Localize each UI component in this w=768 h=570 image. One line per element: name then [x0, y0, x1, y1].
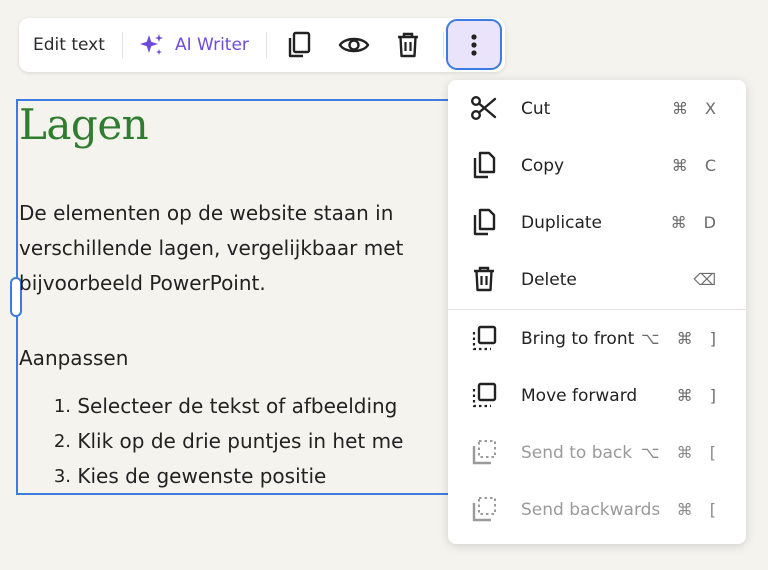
menu-item-shortcut: ⌘ C — [671, 156, 722, 175]
menu-item-copy[interactable]: Copy ⌘ C — [448, 137, 746, 194]
menu-item-cut[interactable]: Cut ⌘ X — [448, 80, 746, 137]
menu-item-shortcut: ⌥ ⌘ ] — [641, 329, 722, 348]
element-toolbar: Edit text AI Writer — [19, 18, 505, 72]
preview-button[interactable] — [337, 18, 371, 72]
copy-button[interactable] — [282, 18, 316, 72]
menu-item-label: Move forward — [521, 385, 638, 406]
list-number: 1. — [53, 396, 71, 417]
ai-writer-button[interactable]: AI Writer — [139, 18, 249, 72]
list-text: Kies de gewenste positie — [77, 464, 327, 488]
steps-list: 1. Selecteer de tekst of afbeelding 2. K… — [19, 389, 404, 494]
trash-icon — [398, 32, 418, 58]
scissors-icon — [470, 94, 498, 122]
menu-item-shortcut: ⌘ [ — [676, 500, 722, 519]
copy-icon — [470, 151, 498, 179]
menu-item-label: Bring to front — [521, 328, 635, 349]
menu-item-label: Send to back — [521, 442, 633, 463]
toolbar-divider — [122, 32, 123, 58]
menu-item-delete[interactable]: Delete ⌫ — [448, 251, 746, 308]
paragraph-line: verschillende lagen, vergelijkbaar met — [19, 236, 404, 260]
edit-text-button[interactable]: Edit text — [33, 18, 105, 72]
eye-icon — [338, 37, 370, 53]
ai-writer-label: AI Writer — [175, 35, 249, 55]
list-item: 1. Selecteer de tekst of afbeelding — [19, 389, 403, 424]
paragraph-line: bijvoorbeeld PowerPoint. — [19, 271, 266, 295]
more-options-button[interactable] — [446, 19, 502, 70]
menu-item-send-backwards[interactable]: Send backwards ⌘ [ — [448, 481, 746, 538]
toolbar-divider — [266, 32, 267, 58]
menu-item-shortcut: ⌘ D — [670, 213, 722, 232]
menu-item-duplicate[interactable]: Duplicate ⌘ D — [448, 194, 746, 251]
menu-item-label: Send backwards — [521, 499, 661, 520]
menu-item-send-to-back[interactable]: Send to back ⌥ ⌘ [ — [448, 424, 746, 481]
list-number: 3. — [53, 466, 71, 487]
more-vertical-icon — [471, 33, 477, 56]
list-item: 2. Klik op de drie puntjes in het me — [19, 424, 404, 459]
menu-item-label: Delete — [521, 269, 577, 290]
menu-item-label: Cut — [521, 98, 551, 119]
list-number: 2. — [53, 431, 71, 452]
backspace-icon: ⌫ — [693, 270, 722, 289]
send-to-back-icon — [470, 438, 498, 466]
sparkle-icon — [140, 34, 163, 55]
page-title: Lagen — [19, 100, 149, 149]
list-item: 3. Kies de gewenste positie — [19, 459, 403, 494]
menu-item-label: Duplicate — [521, 212, 602, 233]
menu-item-shortcut: ⌘ ] — [676, 386, 722, 405]
menu-item-shortcut: ⌥ ⌘ [ — [641, 443, 722, 462]
duplicate-icon — [470, 208, 498, 236]
paragraph-line: De elementen op de website staan in — [19, 201, 394, 225]
subheading: Aanpassen — [19, 346, 129, 370]
send-backwards-icon — [470, 495, 498, 523]
bring-to-front-icon — [470, 324, 498, 352]
trash-icon — [470, 265, 498, 293]
toolbar-divider — [443, 32, 444, 58]
list-text: Klik op de drie puntjes in het me — [77, 429, 404, 453]
context-menu: Cut ⌘ X Copy ⌘ C Duplicate ⌘ D Delete ⌫ … — [448, 80, 746, 544]
delete-button[interactable] — [391, 18, 425, 72]
menu-item-bring-to-front[interactable]: Bring to front ⌥ ⌘ ] — [448, 310, 746, 367]
menu-item-move-forward[interactable]: Move forward ⌘ ] — [448, 367, 746, 424]
copy-icon — [288, 31, 311, 58]
menu-item-shortcut: ⌘ X — [671, 99, 722, 118]
list-text: Selecteer de tekst of afbeelding — [77, 394, 398, 418]
menu-item-label: Copy — [521, 155, 565, 176]
move-forward-icon — [470, 381, 498, 409]
